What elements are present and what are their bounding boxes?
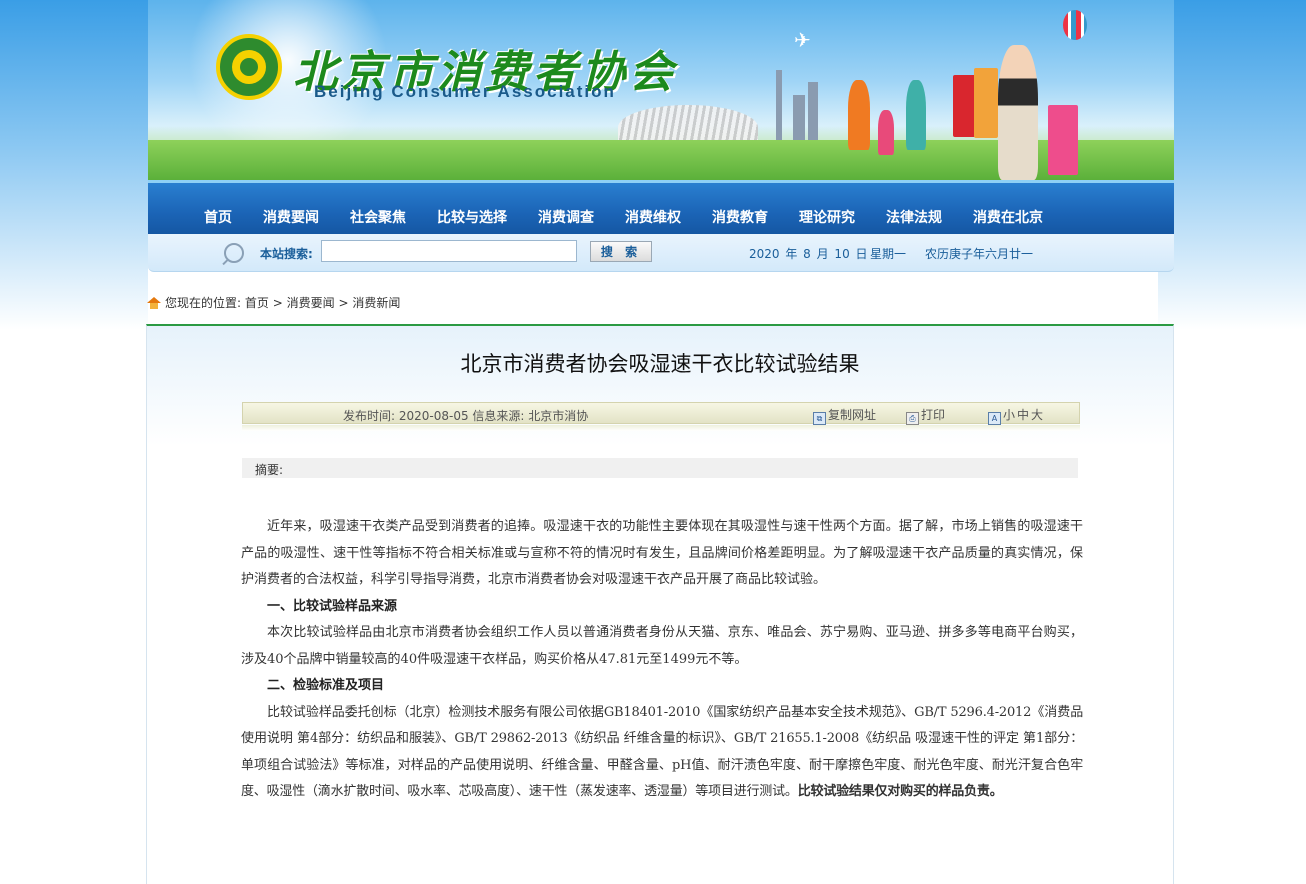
- child-illustration: [878, 110, 894, 155]
- breadcrumb-section-link[interactable]: 消费要闻: [287, 296, 335, 310]
- font-large-button[interactable]: 大: [1031, 408, 1043, 422]
- site-banner: 北京市消费者协会 Beijing Consumer Association ✈: [148, 0, 1174, 180]
- article-meta: 发布时间: 2020-08-05 信息来源: 北京市消协: [343, 409, 589, 423]
- copy-url-button[interactable]: ⧉ 复制网址: [813, 406, 876, 425]
- nav-item-social-focus[interactable]: 社会聚焦: [350, 207, 406, 227]
- nav-item-rights[interactable]: 消费维权: [625, 207, 681, 227]
- tower-illustration: [776, 70, 782, 150]
- current-weekday: 星期一: [870, 247, 907, 261]
- nav-item-theory[interactable]: 理论研究: [799, 207, 855, 227]
- print-label: 打印: [921, 408, 946, 422]
- search-input[interactable]: [321, 240, 577, 262]
- section-heading: 二、检验标准及项目: [267, 678, 385, 693]
- search-bar: 本站搜索: 搜 索 2020 年 8 月 10 日 星期一 农历庚子年六月廿一: [148, 234, 1174, 272]
- nav-item-education[interactable]: 消费教育: [712, 207, 768, 227]
- font-size-controls: A小中大: [988, 406, 1045, 425]
- nav-item-comparison[interactable]: 比较与选择: [437, 207, 507, 227]
- home-icon: [147, 297, 161, 309]
- article-panel: 北京市消费者协会吸湿速干衣比较试验结果 发布时间: 2020-08-05 信息来…: [146, 324, 1174, 884]
- font-small-button[interactable]: 小: [1003, 408, 1015, 422]
- airplane-icon: ✈: [794, 28, 811, 52]
- association-seal-icon: [216, 34, 282, 100]
- bold-note: 比较试验结果仅对购买的样品负责。: [797, 784, 1003, 799]
- search-label: 本站搜索:: [260, 247, 313, 261]
- print-button[interactable]: ⎙ 打印: [906, 406, 945, 425]
- lunar-date: 农历庚子年六月廿一: [925, 247, 1034, 261]
- summary-label: 摘要:: [255, 463, 284, 477]
- shopper-illustration: [998, 45, 1038, 180]
- page-background-left: [0, 0, 148, 330]
- breadcrumb-home-link[interactable]: 首页: [245, 296, 269, 310]
- current-date: 2020 年 8 月 10 日: [749, 247, 868, 261]
- main-nav: 首页 消费要闻 社会聚焦 比较与选择 消费调查 消费维权 消费教育 理论研究 法…: [148, 180, 1174, 234]
- copy-icon: ⧉: [813, 412, 826, 425]
- copy-url-label: 复制网址: [828, 408, 877, 422]
- search-button[interactable]: 搜 索: [590, 241, 652, 262]
- nav-item-survey[interactable]: 消费调查: [538, 207, 594, 227]
- nav-item-laws[interactable]: 法律法规: [886, 207, 942, 227]
- search-icon: [224, 243, 244, 263]
- nav-item-beijing[interactable]: 消费在北京: [973, 207, 1043, 227]
- breadcrumb-separator: >: [272, 296, 283, 310]
- nav-item-home[interactable]: 首页: [204, 207, 232, 227]
- font-medium-button[interactable]: 中: [1017, 408, 1029, 422]
- breadcrumb: 您现在的位置: 首页 > 消费要闻 > 消费新闻: [147, 294, 400, 311]
- font-size-icon: A: [988, 412, 1001, 425]
- breadcrumb-separator: >: [338, 296, 349, 310]
- paragraph: 本次比较试验样品由北京市消费者协会组织工作人员以普通消费者身份从天猫、京东、唯品…: [241, 625, 1083, 667]
- breadcrumb-current-link[interactable]: 消费新闻: [352, 296, 400, 310]
- mother-illustration: [906, 80, 926, 150]
- article-title: 北京市消费者协会吸湿速干衣比较试验结果: [460, 352, 860, 376]
- page-background-right: [1158, 0, 1306, 330]
- article-body: 近年来，吸湿速干衣类产品受到消费者的追捧。吸湿速干衣的功能性主要体现在其吸湿性与…: [241, 514, 1083, 806]
- paragraph: 比较试验样品委托创标（北京）检测技术服务有限公司依据GB18401-2010《国…: [241, 700, 1083, 806]
- summary-box: 摘要:: [242, 458, 1078, 478]
- info-bar-shadow: [242, 425, 1080, 431]
- paragraph: 近年来，吸湿速干衣类产品受到消费者的追捧。吸湿速干衣的功能性主要体现在其吸湿性与…: [241, 519, 1083, 587]
- breadcrumb-prefix: 您现在的位置:: [165, 296, 242, 310]
- section-heading: 一、比较试验样品来源: [267, 598, 398, 614]
- article-info-bar: 发布时间: 2020-08-05 信息来源: 北京市消协 ⧉ 复制网址 ⎙ 打印 A…: [242, 402, 1080, 425]
- shopping-bag-illustration: [1048, 105, 1078, 175]
- printer-icon: ⎙: [906, 412, 919, 425]
- family-illustration: [848, 80, 870, 150]
- shopping-bag-illustration: [974, 68, 998, 138]
- site-logo-english: Beijing Consumer Association: [314, 82, 616, 101]
- hot-air-balloon-icon: [1063, 10, 1087, 40]
- nav-item-news[interactable]: 消费要闻: [263, 207, 319, 227]
